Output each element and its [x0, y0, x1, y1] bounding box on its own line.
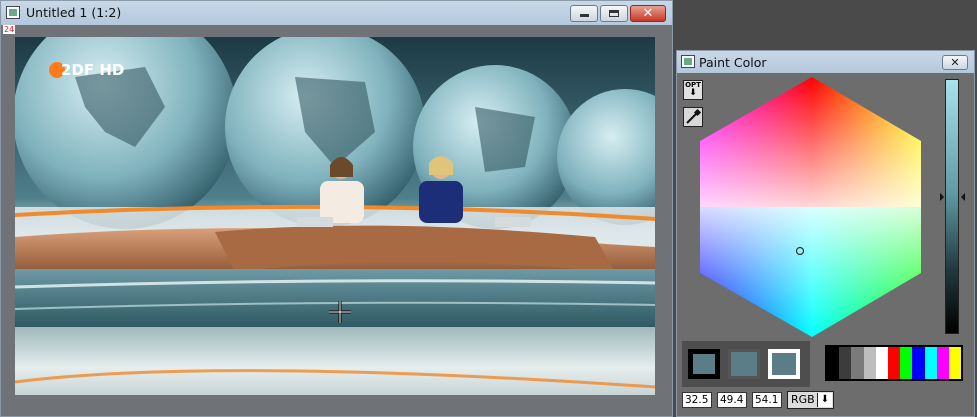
value-gradient-strip[interactable] — [945, 79, 959, 334]
image-canvas[interactable]: 2DF HD — [15, 37, 655, 395]
swatch-panel — [682, 341, 810, 387]
swatch-secondary[interactable] — [728, 349, 760, 379]
close-icon: ✕ — [950, 56, 960, 69]
value-field-3[interactable]: 54.1 — [752, 392, 782, 408]
palette-black[interactable] — [827, 347, 840, 379]
app-icon — [681, 55, 695, 68]
color-palette — [825, 345, 963, 381]
palette-yellow[interactable] — [948, 347, 962, 379]
down-arrow-icon: ⬇ — [817, 393, 832, 407]
palette-cyan[interactable] — [924, 347, 937, 379]
zoom-badge: 24 — [3, 25, 16, 34]
logo-text: 2DF HD — [61, 61, 125, 79]
value-field-2[interactable]: 49.4 — [717, 392, 747, 408]
app-icon — [6, 6, 20, 19]
viewer-title: Untitled 1 (1:2) — [26, 5, 122, 20]
close-button[interactable]: ✕ — [630, 5, 666, 22]
paint-color-title: Paint Color — [699, 55, 767, 70]
minimize-icon — [580, 14, 589, 17]
paint-color-window: Paint Color ✕ OPT ⬇ 32.5 49.4 54.1 RGB ⬇ — [676, 50, 975, 417]
maximize-button[interactable] — [600, 5, 628, 22]
color-mode-label: RGB — [791, 393, 815, 406]
color-mode-dropdown[interactable]: RGB ⬇ — [787, 391, 834, 409]
palette-light-gray[interactable] — [863, 347, 876, 379]
value-slider-right-icon[interactable] — [961, 193, 965, 201]
palette-dark-gray[interactable] — [839, 347, 852, 379]
minimize-button[interactable] — [570, 5, 598, 22]
close-icon: ✕ — [642, 6, 654, 21]
palette-magenta[interactable] — [936, 347, 949, 379]
palette-white[interactable] — [875, 347, 888, 379]
swatch-background[interactable] — [768, 349, 800, 379]
swatch-foreground[interactable] — [688, 349, 720, 379]
channel-logo: 2DF HD — [49, 61, 124, 79]
value-field-1[interactable]: 32.5 — [682, 392, 712, 408]
maximize-icon — [609, 10, 619, 17]
palette-green[interactable] — [900, 347, 913, 379]
viewer-titlebar[interactable]: Untitled 1 (1:2) ✕ — [1, 1, 672, 25]
palette-red[interactable] — [887, 347, 901, 379]
viewer-window: Untitled 1 (1:2) ✕ 24 2DF HD — [0, 0, 673, 417]
news-studio-image — [15, 37, 655, 395]
window-controls: ✕ — [568, 5, 666, 22]
palette-gray[interactable] — [851, 347, 864, 379]
value-slider-left-icon[interactable] — [940, 193, 944, 201]
palette-blue[interactable] — [912, 347, 925, 379]
paint-color-titlebar[interactable]: Paint Color ✕ — [677, 51, 974, 73]
close-button[interactable]: ✕ — [942, 55, 968, 70]
color-hexagon[interactable] — [697, 77, 927, 339]
